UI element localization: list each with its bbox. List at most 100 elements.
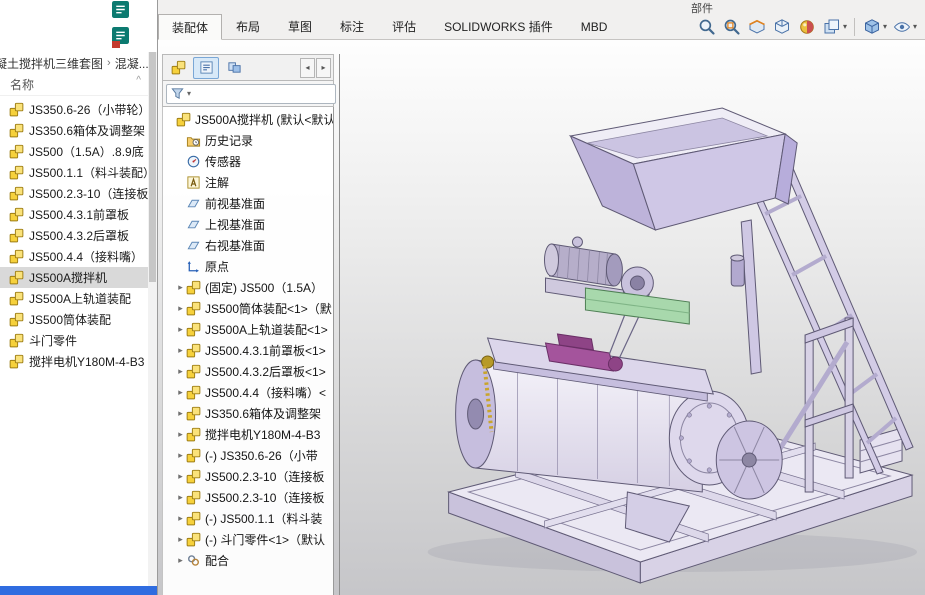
tree-item-label: 原点: [205, 258, 229, 275]
configurationmanager-tab-button[interactable]: [221, 57, 247, 79]
tree-tab-nav: ◂ ▸: [300, 58, 331, 78]
featuremanager-tab-button[interactable]: [165, 57, 191, 79]
tree-item[interactable]: 注解: [163, 172, 333, 193]
tree-item[interactable]: ▸JS500A上轨道装配<1>: [163, 319, 333, 340]
expand-arrow-icon[interactable]: ▸: [175, 408, 186, 419]
expand-arrow-icon[interactable]: ▸: [175, 303, 186, 314]
filter-funnel-icon[interactable]: [170, 86, 185, 101]
dropdown-caret-icon[interactable]: ▾: [913, 22, 917, 31]
sort-ascending-icon[interactable]: ^: [136, 75, 141, 86]
propertymanager-tab-button[interactable]: [193, 57, 219, 79]
display-style-button[interactable]: ▾: [860, 15, 889, 39]
tree-scroll-left-button[interactable]: ◂: [300, 58, 315, 78]
command-tab[interactable]: 草图: [274, 14, 326, 39]
assembly-icon: [9, 102, 24, 117]
tree-item[interactable]: JS500A搅拌机 (默认<默认: [163, 109, 333, 130]
assembly-icon: [9, 165, 24, 180]
file-item[interactable]: 搅拌电机Y180M-4-B3: [0, 351, 157, 372]
file-item[interactable]: JS500.1.1（料斗装配）: [0, 162, 157, 183]
tree-filter-box[interactable]: ▾: [166, 84, 336, 104]
file-item[interactable]: JS500.2.3-10（连接板）: [0, 183, 157, 204]
command-tab[interactable]: 布局: [222, 14, 274, 39]
expand-arrow-icon[interactable]: ▸: [175, 324, 186, 335]
assembly-icon: [9, 249, 24, 264]
file-item[interactable]: JS350.6-26（小带轮）: [0, 99, 157, 120]
file-browser-panel: 凝土搅拌机三维套图 › 混凝... 名称 ^ JS350.6-26（小带轮）JS…: [0, 0, 157, 595]
file-item[interactable]: 斗门零件: [0, 330, 157, 351]
expand-arrow-icon[interactable]: ▸: [175, 513, 186, 524]
file-item[interactable]: JS350.6箱体及调整架: [0, 120, 157, 141]
configurationmanager-tab-icon: [227, 60, 242, 75]
display-settings-button[interactable]: ▾: [820, 15, 849, 39]
tree-item[interactable]: ▸JS500筒体装配<1>（默: [163, 298, 333, 319]
display-settings-icon: [822, 17, 842, 37]
file-list: JS350.6-26（小带轮）JS350.6箱体及调整架JS500（1.5A）.…: [0, 96, 157, 372]
file-item[interactable]: JS500.4.4（接料嘴）: [0, 246, 157, 267]
command-tab[interactable]: MBD: [567, 14, 622, 39]
expand-arrow-icon[interactable]: ▸: [175, 450, 186, 461]
column-header-name[interactable]: 名称: [10, 76, 34, 93]
view-orientation-button[interactable]: [770, 15, 794, 39]
file-item[interactable]: JS500.4.3.1前罩板: [0, 204, 157, 225]
tree-item[interactable]: 前视基准面: [163, 193, 333, 214]
expand-arrow-icon[interactable]: ▸: [175, 492, 186, 503]
zoom-area-button[interactable]: [720, 15, 744, 39]
dropdown-caret-icon[interactable]: ▾: [883, 22, 887, 31]
tree-item[interactable]: ▸JS500.2.3-10（连接板: [163, 466, 333, 487]
tree-item[interactable]: 历史记录: [163, 130, 333, 151]
dropdown-caret-icon[interactable]: ▾: [843, 22, 847, 31]
scrollbar-thumb[interactable]: [149, 52, 156, 282]
tree-item[interactable]: ▸(-) JS500.1.1（料斗装: [163, 508, 333, 529]
tree-item[interactable]: 上视基准面: [163, 214, 333, 235]
breadcrumb-current[interactable]: 混凝...: [115, 55, 149, 72]
feature-manager-panel: ◂ ▸ ▾ JS500A搅拌机 (默认<默认历史记录传感器注解前视基准面上视基准…: [162, 54, 334, 595]
file-item[interactable]: JS500A搅拌机: [0, 267, 157, 288]
expand-arrow-icon[interactable]: ▸: [175, 534, 186, 545]
expand-arrow-icon[interactable]: ▸: [175, 366, 186, 377]
breadcrumb[interactable]: 凝土搅拌机三维套图 › 混凝...: [0, 52, 157, 74]
tree-item[interactable]: 右视基准面: [163, 235, 333, 256]
assembly-icon: [176, 112, 191, 127]
command-tab[interactable]: 装配体: [158, 14, 222, 40]
filter-dropdown-caret-icon[interactable]: ▾: [187, 89, 191, 98]
tree-item[interactable]: ▸(-) 斗门零件<1>（默认: [163, 529, 333, 550]
section-view-button[interactable]: [745, 15, 769, 39]
expand-arrow-icon[interactable]: ▸: [175, 471, 186, 482]
command-tab[interactable]: SOLIDWORKS 插件: [430, 14, 567, 39]
tree-item[interactable]: ▸JS500.4.3.2后罩板<1>: [163, 361, 333, 382]
file-item-label: JS500.4.4（接料嘴）: [29, 248, 143, 265]
file-panel-scrollbar[interactable]: [148, 52, 157, 586]
file-item[interactable]: JS500（1.5A）.8.9底: [0, 141, 157, 162]
tree-item[interactable]: ▸ (固定) JS500（1.5A）: [163, 277, 333, 298]
hide-show-button[interactable]: ▾: [890, 15, 919, 39]
expand-arrow-icon[interactable]: ▸: [175, 345, 186, 356]
file-item[interactable]: JS500筒体装配: [0, 309, 157, 330]
tree-item[interactable]: ▸JS500.2.3-10（连接板: [163, 487, 333, 508]
tree-item[interactable]: 传感器: [163, 151, 333, 172]
file-item[interactable]: JS500.4.3.2后罩板: [0, 225, 157, 246]
expand-arrow-icon[interactable]: ▸: [175, 282, 186, 293]
tree-item-label: (固定) JS500（1.5A）: [205, 279, 323, 296]
tree-item[interactable]: ▸(-) JS350.6-26（小带: [163, 445, 333, 466]
graphics-viewport[interactable]: ◂ ▸ ▾ JS500A搅拌机 (默认<默认历史记录传感器注解前视基准面上视基准…: [158, 40, 925, 595]
tree-filter-input[interactable]: [193, 86, 335, 102]
tree-item[interactable]: ▸搅拌电机Y180M-4-B3: [163, 424, 333, 445]
expand-arrow-icon[interactable]: ▸: [175, 387, 186, 398]
tree-item[interactable]: ▸JS500.4.3.1前罩板<1>: [163, 340, 333, 361]
tree-item[interactable]: ▸JS350.6箱体及调整架: [163, 403, 333, 424]
breadcrumb-folder[interactable]: 凝土搅拌机三维套图: [0, 55, 103, 72]
expand-arrow-icon[interactable]: ▸: [175, 555, 186, 566]
command-tab[interactable]: 评估: [378, 14, 430, 39]
tree-item[interactable]: 原点: [163, 256, 333, 277]
viewer-app-icon[interactable]: [112, 1, 129, 18]
tree-item[interactable]: ▸JS500.4.4（接料嘴）<: [163, 382, 333, 403]
tree-scroll-right-button[interactable]: ▸: [316, 58, 331, 78]
zoom-fit-button[interactable]: [695, 15, 719, 39]
edit-appearance-button[interactable]: [795, 15, 819, 39]
expand-arrow-icon[interactable]: ▸: [175, 429, 186, 440]
tree-item[interactable]: ▸配合: [163, 550, 333, 571]
component-icon: [186, 406, 201, 421]
command-tab[interactable]: 标注: [326, 14, 378, 39]
file-panel-footer: [0, 586, 157, 595]
file-item[interactable]: JS500A上轨道装配: [0, 288, 157, 309]
